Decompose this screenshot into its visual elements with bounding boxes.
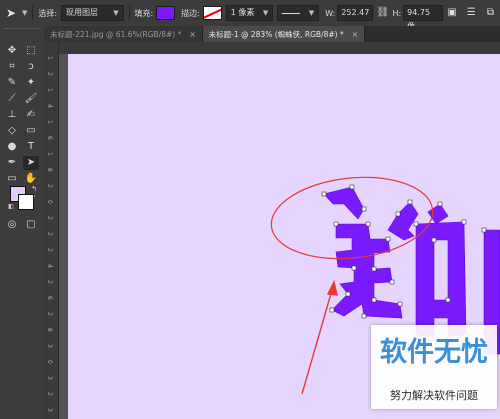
watermark-logo: 软件无忧: [380, 337, 488, 367]
pen-icon[interactable]: ✒: [4, 156, 20, 170]
rectangle-icon[interactable]: ▭: [4, 172, 20, 186]
ruler-label: 3: [46, 376, 53, 380]
ruler-label: 4: [46, 264, 53, 268]
ruler-label: 0: [46, 360, 53, 364]
watermark-logo-box: 软件无忧 努力解决软件问题: [371, 325, 497, 409]
chevron-down-icon: ▼: [22, 9, 28, 17]
screen-mode-icon[interactable]: ▢: [23, 218, 39, 232]
select-value: 现用图层: [66, 8, 99, 17]
path-operations-icon[interactable]: ▣: [446, 6, 459, 20]
ruler-label: 2: [46, 280, 53, 284]
ruler-label: 6: [46, 136, 53, 140]
divider: [32, 5, 34, 21]
ruler-label: 0: [46, 200, 53, 204]
gradient-icon[interactable]: ▭: [23, 124, 39, 138]
default-colors-icon[interactable]: ◧: [3, 200, 19, 214]
tab-label: 未标题-221.jpg @ 61.6%(RGB/8#) *: [50, 29, 182, 39]
stroke-label: 描边:: [181, 8, 200, 18]
vertical-ruler[interactable]: 1 2 1 4 1 6 1 8 2 0 2 2 2 4 2 6 2 8 3 0 3 2 3: [44, 42, 59, 419]
fill-label: 填充:: [134, 8, 154, 18]
path-arrangement-icon[interactable]: ⧉: [484, 6, 497, 20]
width-label: W:: [325, 8, 336, 18]
crop-icon[interactable]: ⌗: [4, 60, 20, 74]
panel-grip[interactable]: [4, 28, 40, 35]
dodge-icon[interactable]: ●: [4, 140, 20, 154]
background-color-swatch[interactable]: [18, 194, 34, 210]
eraser-icon[interactable]: ◇: [4, 124, 20, 138]
stroke-width-field[interactable]: 1 像素 ▼: [225, 5, 274, 21]
path-alignment-icon[interactable]: ☰: [465, 6, 478, 20]
eyedropper-icon[interactable]: ⟋: [4, 92, 20, 106]
stamp-icon[interactable]: ⊥: [4, 108, 20, 122]
stroke-line-icon: [282, 12, 301, 14]
width-value: 252.47: [341, 8, 370, 17]
ruler-label: 1: [46, 120, 53, 124]
width-field[interactable]: 252.47: [337, 5, 374, 21]
options-bar: ➤ ▼ 选择: 现用图层 ▼ 填充: 描边: 1 像素 ▼ ▼ W: 252.4…: [0, 0, 500, 31]
ruler-label: 8: [46, 168, 53, 172]
watermark-logo-text: 软件无忧: [380, 337, 488, 367]
chevron-down-icon: ▼: [113, 9, 119, 17]
ruler-label: 2: [46, 392, 53, 396]
swap-colors-icon[interactable]: ↰: [26, 182, 42, 196]
link-icon[interactable]: ⛓: [376, 6, 390, 20]
ruler-label: 8: [46, 328, 53, 332]
text-shape-glyph-1[interactable]: [323, 186, 419, 319]
close-icon[interactable]: ×: [352, 30, 358, 39]
ruler-label: 2: [46, 216, 53, 220]
chevron-down-icon: ▼: [262, 9, 269, 17]
tab-label: 未标题-1 @ 283% (蜘蛛侠, RGB/8#) *: [208, 29, 344, 39]
document-tabs: 未标题-221.jpg @ 61.6%(RGB/8#) * × 未标题-1 @ …: [44, 26, 500, 42]
height-label: H:: [392, 8, 402, 18]
ruler-label: 2: [46, 232, 53, 236]
stroke-width-value: 1 像素: [230, 8, 255, 17]
marquee-icon[interactable]: ⬚: [23, 44, 39, 58]
close-icon[interactable]: ×: [189, 30, 195, 39]
quick-mask-icon[interactable]: ◎: [4, 218, 20, 232]
select-layer-dropdown[interactable]: 现用图层 ▼: [61, 5, 124, 21]
ruler-label: 2: [46, 184, 53, 188]
quick-select-icon[interactable]: ✎: [4, 76, 20, 90]
stroke-type-dropdown[interactable]: ▼: [277, 5, 320, 21]
tool-preset-picker[interactable]: ➤ ▼: [0, 6, 27, 20]
ruler-label: 3: [46, 408, 53, 412]
ruler-label: 1: [46, 88, 53, 92]
lasso-icon[interactable]: ↄ: [23, 60, 39, 74]
text-shape-glyph-2[interactable]: [415, 203, 467, 337]
magic-wand-icon[interactable]: ✦: [23, 76, 39, 90]
path-select-icon[interactable]: ➤: [23, 156, 39, 170]
fill-color-swatch[interactable]: [156, 6, 176, 20]
arrow-icon: ➤: [6, 6, 17, 20]
divider: [128, 5, 130, 21]
ruler-label: 4: [46, 104, 53, 108]
ruler-label: 3: [46, 344, 53, 348]
tab-document-2[interactable]: 未标题-1 @ 283% (蜘蛛侠, RGB/8#) * ×: [202, 26, 366, 42]
history-brush-icon[interactable]: ✍: [23, 108, 39, 122]
ruler-label: 1: [46, 152, 53, 156]
ruler-label: 6: [46, 296, 53, 300]
brush-icon[interactable]: 🖌: [23, 92, 39, 106]
ruler-label: 1: [46, 56, 53, 60]
watermark-subtitle: 努力解决软件问题: [390, 389, 478, 402]
stroke-color-swatch[interactable]: [202, 6, 222, 20]
ruler-label: 2: [46, 248, 53, 252]
ruler-label: 2: [46, 312, 53, 316]
move-tool-icon[interactable]: ✥: [4, 44, 20, 58]
tab-document-1[interactable]: 未标题-221.jpg @ 61.6%(RGB/8#) * ×: [44, 26, 203, 42]
ruler-label: 2: [46, 72, 53, 76]
annotation-arrow: [301, 279, 338, 395]
chevron-down-icon: ▼: [308, 9, 315, 17]
horizontal-ruler[interactable]: [44, 42, 500, 54]
text-icon[interactable]: T: [23, 140, 39, 154]
height-field[interactable]: 94.75 像: [403, 5, 443, 31]
select-label: 选择:: [38, 8, 58, 18]
